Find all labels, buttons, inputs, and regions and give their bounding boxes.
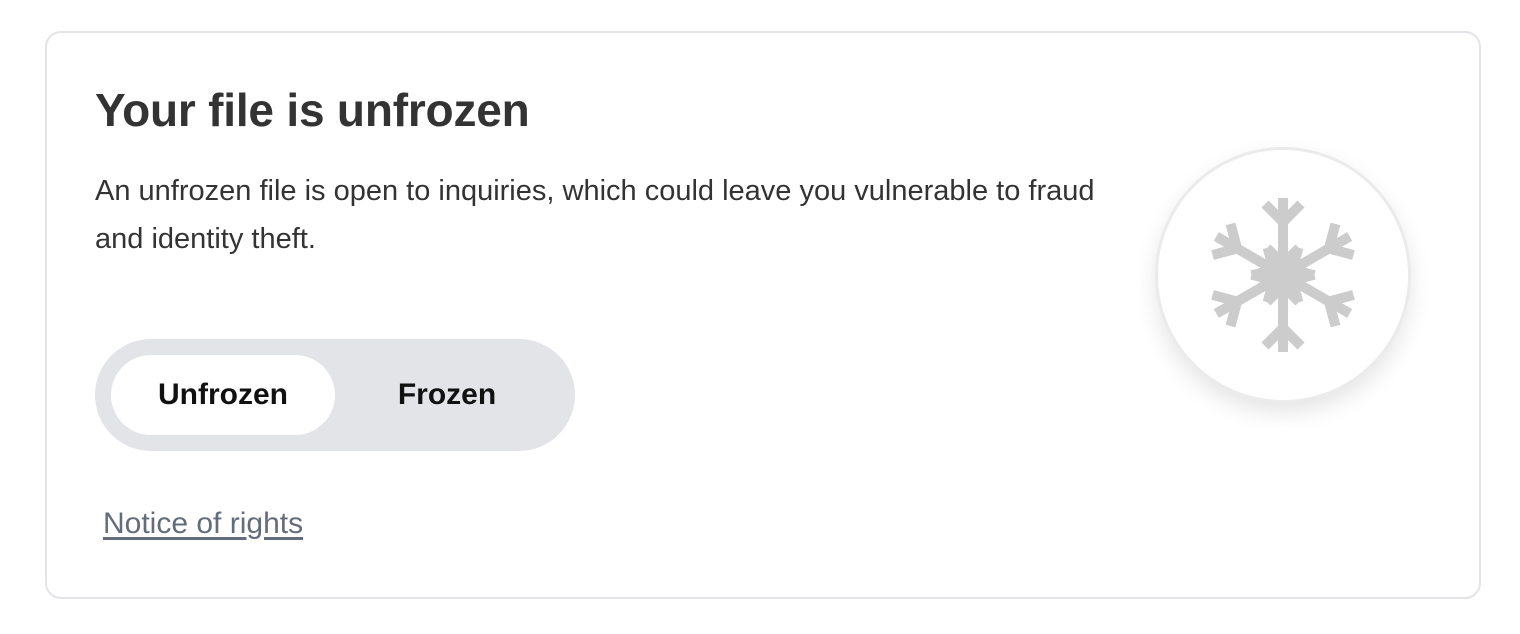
- card-title: Your file is unfrozen: [95, 84, 530, 136]
- snowflake-icon: [1211, 198, 1355, 352]
- status-icon-badge: [1155, 147, 1411, 403]
- freeze-status-card: Your file is unfrozen An unfrozen file i…: [45, 31, 1481, 599]
- freeze-toggle[interactable]: Unfrozen Frozen: [95, 339, 575, 451]
- card-description: An unfrozen file is open to inquiries, w…: [95, 175, 1095, 255]
- toggle-option-frozen[interactable]: Frozen: [335, 355, 559, 435]
- toggle-option-unfrozen-label: Unfrozen: [158, 378, 288, 411]
- notice-of-rights-link[interactable]: Notice of rights: [103, 507, 303, 541]
- toggle-option-frozen-label: Frozen: [397, 378, 497, 411]
- toggle-option-unfrozen[interactable]: Unfrozen: [111, 355, 335, 435]
